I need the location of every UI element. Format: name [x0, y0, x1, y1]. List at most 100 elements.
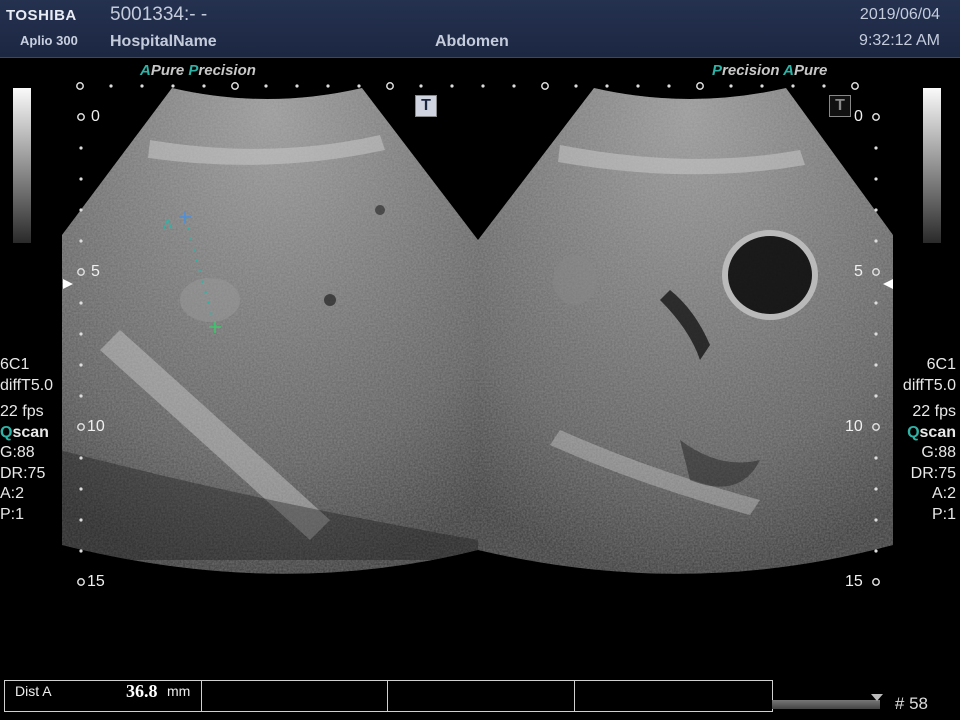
depth-minor-tick — [874, 177, 878, 181]
lateral-minor-tick — [512, 84, 516, 88]
measurement-cell-4 — [575, 681, 771, 711]
measurement-cell-1: Dist A 36.8 mm — [5, 681, 202, 711]
mode-pure-text: Pure — [794, 62, 828, 79]
harmonic-setting: diffT5.0 — [902, 376, 956, 394]
measurement-value: 36.8 — [126, 681, 158, 701]
qscan-q: Q — [0, 423, 13, 441]
lateral-minor-tick — [667, 84, 671, 88]
qscan-label: Qscan — [903, 423, 956, 444]
lateral-major-tick — [386, 82, 394, 90]
depth-minor-tick — [79, 549, 83, 553]
lateral-minor-tick — [822, 84, 826, 88]
mode-precision-text: recision — [722, 62, 780, 79]
depth-minor-tick — [874, 394, 878, 398]
right-depth-5: 5 — [854, 263, 863, 280]
measurement-name: Dist A — [15, 683, 52, 699]
mode-precision-text: recision — [198, 62, 256, 79]
measurement-cell-2 — [201, 681, 388, 711]
dynamic-range-value: DR:75 — [910, 464, 956, 482]
depth-major-tick — [77, 113, 85, 121]
depth-minor-tick — [874, 208, 878, 212]
lateral-minor-tick — [171, 84, 175, 88]
depth-minor-tick — [874, 332, 878, 336]
left-depth-10: 10 — [87, 418, 105, 435]
lateral-minor-tick — [605, 84, 609, 88]
lateral-minor-tick — [760, 84, 764, 88]
a-setting-value: A:2 — [931, 485, 956, 502]
depth-minor-tick — [874, 456, 878, 460]
lateral-minor-tick — [264, 84, 268, 88]
harmonic-setting: diffT5.0 — [0, 376, 54, 394]
frame-rate: 22 fps — [0, 403, 44, 420]
qscan-text: scan — [919, 423, 956, 441]
depth-minor-tick — [874, 487, 878, 491]
lateral-minor-tick — [140, 84, 144, 88]
depth-minor-tick — [874, 549, 878, 553]
ultrasound-screen: TOSHIBA Aplio 300 5001334:- - HospitalNa… — [0, 0, 960, 720]
depth-minor-tick — [79, 363, 83, 367]
caliper-label: A — [163, 216, 173, 232]
lateral-major-tick — [851, 82, 859, 90]
dynamic-range-value: DR:75 — [0, 464, 46, 482]
probe-name: 6C1 — [0, 356, 30, 373]
measurement-cell-3 — [388, 681, 575, 711]
mode-a-letter: A — [140, 62, 151, 79]
depth-minor-tick — [874, 239, 878, 243]
left-depth-0: 0 — [91, 108, 100, 125]
depth-major-tick — [872, 578, 880, 586]
left-grayscale-bar — [13, 88, 31, 243]
left-depth-5: 5 — [91, 263, 100, 280]
lateral-minor-tick — [574, 84, 578, 88]
depth-minor-tick — [79, 332, 83, 336]
lateral-major-tick — [696, 82, 704, 90]
lateral-major-tick — [541, 82, 549, 90]
right-inactive-image-icon[interactable]: T — [829, 95, 851, 117]
lateral-minor-tick — [295, 84, 299, 88]
lateral-minor-tick — [109, 84, 113, 88]
depth-minor-tick — [79, 301, 83, 305]
left-depth-15: 15 — [87, 573, 105, 590]
mode-p-letter: P — [188, 62, 199, 79]
lateral-major-tick — [76, 82, 84, 90]
ultrasound-image — [62, 82, 893, 586]
qscan-label: Qscan — [0, 423, 53, 444]
frame-number: # 58 — [894, 694, 928, 713]
lateral-minor-tick — [481, 84, 485, 88]
lateral-minor-tick — [791, 84, 795, 88]
right-mode-label: Precision APure — [712, 62, 827, 79]
p-setting-value: P:1 — [0, 505, 25, 523]
right-depth-0: 0 — [854, 108, 863, 125]
qscan-text: scan — [12, 423, 49, 441]
lateral-major-tick — [231, 82, 239, 90]
qscan-q: Q — [907, 423, 920, 441]
lateral-minor-tick — [326, 84, 330, 88]
lateral-minor-tick — [729, 84, 733, 88]
depth-minor-tick — [79, 146, 83, 150]
right-depth-10: 10 — [845, 418, 863, 435]
measurement-unit: mm — [167, 683, 191, 699]
depth-minor-tick — [79, 239, 83, 243]
depth-minor-tick — [874, 518, 878, 522]
right-imaging-params: 6C1 diffT5.0 22 fps Qscan G:88 DR:75 A:2… — [903, 355, 956, 525]
right-sector-image — [478, 88, 893, 574]
p-setting-value: P:1 — [931, 505, 956, 523]
gain-value: G:88 — [921, 444, 956, 461]
measurement-table: Dist A 36.8 mm — [4, 680, 773, 712]
depth-minor-tick — [79, 487, 83, 491]
lateral-minor-tick — [450, 84, 454, 88]
top-focus-line — [76, 82, 859, 90]
right-depth-15: 15 — [845, 573, 863, 590]
a-setting-value: A:2 — [0, 485, 25, 502]
lateral-minor-tick — [636, 84, 640, 88]
lateral-minor-tick — [419, 84, 423, 88]
left-imaging-params: 6C1 diffT5.0 22 fps Qscan G:88 DR:75 A:2… — [0, 355, 53, 525]
depth-minor-tick — [79, 208, 83, 212]
depth-minor-tick — [874, 146, 878, 150]
depth-major-tick — [872, 113, 880, 121]
left-mode-label: APure Precision — [140, 62, 256, 79]
left-sector-image — [62, 88, 478, 574]
cine-position-marker[interactable] — [871, 694, 883, 702]
cine-frame-bar[interactable] — [772, 700, 880, 709]
left-active-image-icon[interactable]: T — [415, 95, 437, 117]
depth-minor-tick — [79, 177, 83, 181]
